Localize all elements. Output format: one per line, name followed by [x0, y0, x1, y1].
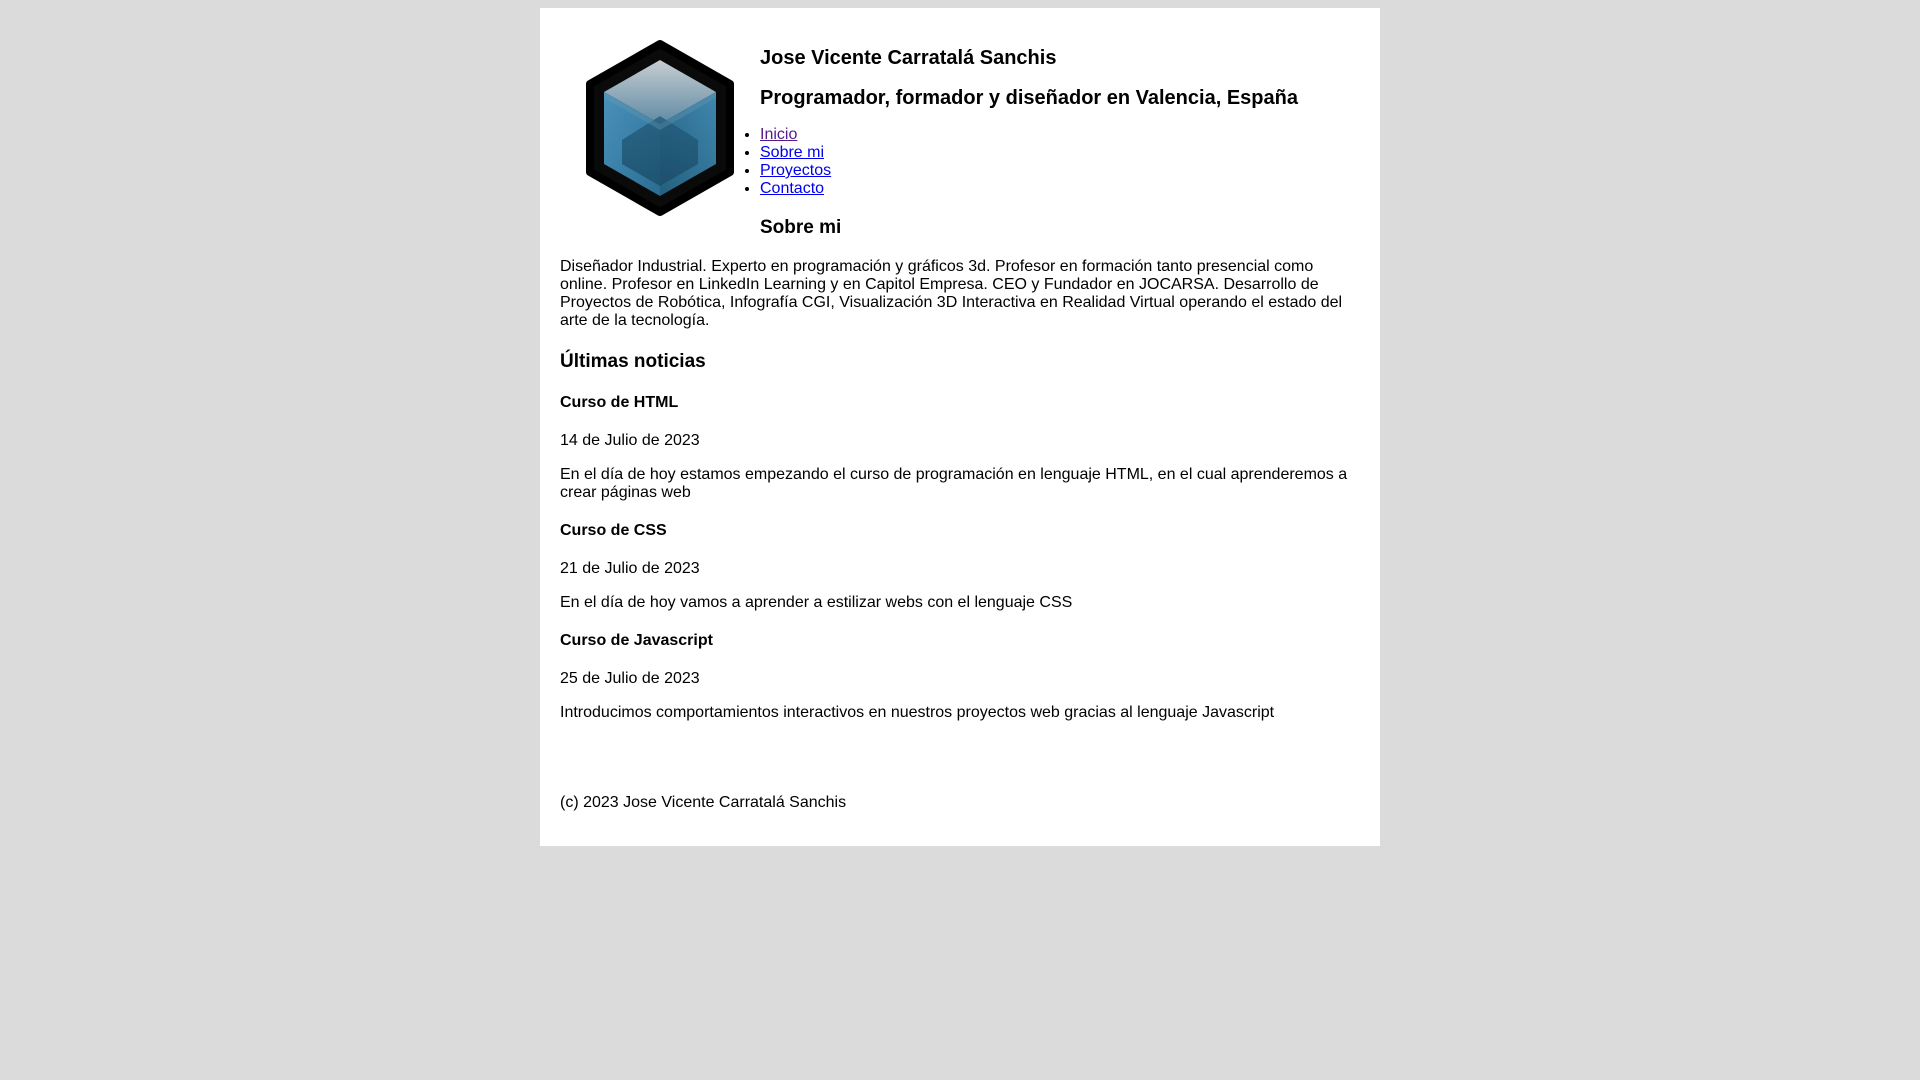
article-date: 21 de Julio de 2023 [560, 560, 700, 577]
article-title: Curso de Javascript [560, 632, 713, 649]
main-content: Diseñador Industrial. Experto en program… [560, 252, 1360, 812]
article-title: Curso de HTML [560, 394, 679, 411]
nav-link-inicio[interactable]: Inicio [760, 126, 797, 143]
site-subtitle: Programador, formador y diseñador en Val… [760, 87, 1298, 109]
about-heading: Sobre mi [760, 217, 842, 238]
nav-item-proyectos: Proyectos [760, 162, 1360, 180]
page-container: Jose Vicente Carratalá Sanchis Programad… [540, 8, 1380, 846]
nav-link-sobre-mi[interactable]: Sobre mi [760, 144, 824, 161]
main-nav: Inicio Sobre mi Proyectos Contacto [760, 126, 1360, 198]
hexagon-cube-logo-icon [560, 28, 760, 228]
nav-item-contacto: Contacto [760, 180, 1360, 198]
article-text: En el día de hoy vamos a aprender a esti… [560, 594, 1073, 611]
news-heading: Últimas noticias [560, 351, 706, 372]
nav-item-inicio: Inicio [760, 126, 1360, 144]
nav-link-proyectos[interactable]: Proyectos [760, 162, 831, 179]
article-text: Introducimos comportamientos interactivo… [560, 704, 1275, 721]
nav-link-contacto[interactable]: Contacto [760, 180, 824, 197]
page-footer: (c) 2023 Jose Vicente Carratalá Sanchis [560, 794, 847, 811]
site-header: Jose Vicente Carratalá Sanchis Programad… [760, 28, 1360, 240]
news-article: Curso de Javascript 25 de Julio de 2023 … [560, 632, 1360, 722]
article-date: 25 de Julio de 2023 [560, 670, 700, 687]
article-date: 14 de Julio de 2023 [560, 432, 700, 449]
site-title: Jose Vicente Carratalá Sanchis [760, 47, 1057, 69]
nav-item-sobre-mi: Sobre mi [760, 144, 1360, 162]
news-article: Curso de HTML 14 de Julio de 2023 En el … [560, 394, 1360, 502]
article-title: Curso de CSS [560, 522, 667, 539]
article-text: En el día de hoy estamos empezando el cu… [560, 466, 1348, 501]
about-text: Diseñador Industrial. Experto en program… [560, 258, 1343, 329]
news-article: Curso de CSS 21 de Julio de 2023 En el d… [560, 522, 1360, 612]
